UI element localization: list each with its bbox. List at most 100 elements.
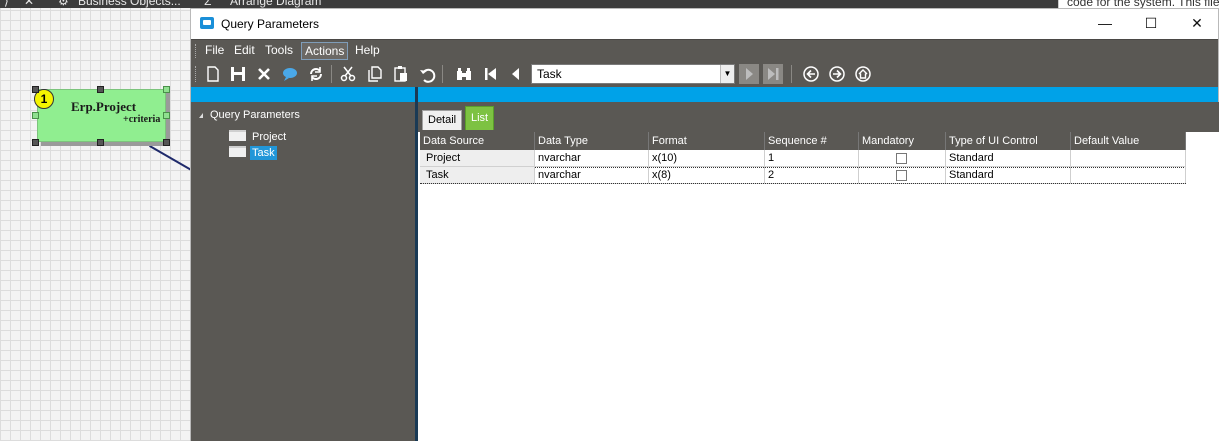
cut-icon[interactable] (338, 64, 358, 84)
background-info-text: code for the system. This file g (1067, 0, 1219, 8)
toolbar-separator (442, 65, 443, 83)
resize-handle[interactable] (163, 112, 170, 119)
resize-handle[interactable] (163, 86, 170, 93)
designer-tab-bar: ⟩ ✕ ⚙ Business Objects... Σ Arrange Diag… (0, 0, 1219, 8)
cell-mandatory (859, 150, 946, 166)
save-icon[interactable] (228, 64, 248, 84)
cell-ui-control[interactable]: Standard (946, 150, 1071, 166)
chevron-down-icon[interactable]: ▼ (720, 65, 734, 83)
next-record-icon[interactable] (739, 64, 759, 84)
tree-item-project[interactable]: Project (229, 130, 288, 145)
tree-item-task[interactable]: Task (229, 146, 277, 161)
app-icon (200, 17, 214, 29)
last-record-icon[interactable] (763, 64, 783, 84)
delete-icon[interactable] (254, 64, 274, 84)
resize-handle[interactable] (32, 86, 39, 93)
back-icon[interactable] (801, 64, 821, 84)
tree-item-label: Task (250, 146, 277, 160)
expand-triangle-icon[interactable] (199, 113, 203, 118)
column-header[interactable]: Data Source (420, 132, 535, 150)
resize-handle[interactable] (32, 112, 39, 119)
toolbar-grip-icon (195, 66, 198, 82)
folder-icon (229, 146, 246, 157)
toolbar-separator (791, 65, 792, 83)
grid-header-row: Data Source Data Type Format Sequence # … (420, 132, 1186, 150)
record-selector-combo[interactable]: Task ▼ (531, 64, 735, 84)
column-header[interactable]: Data Type (535, 132, 649, 150)
paste-icon[interactable] (391, 64, 411, 84)
resize-handle[interactable] (163, 139, 170, 146)
cell-sequence[interactable]: 1 (765, 150, 859, 166)
diagram-connector-line (149, 145, 192, 171)
column-header[interactable]: Type of UI Control (946, 132, 1071, 150)
search-icon[interactable] (454, 64, 474, 84)
record-selector-value: Task (537, 67, 562, 81)
comment-icon[interactable] (280, 64, 300, 84)
designer-close-icon[interactable]: ✕ (24, 0, 34, 8)
designer-tab-sigma-icon: Σ (204, 0, 212, 8)
column-header[interactable]: Sequence # (765, 132, 859, 150)
toolbar-separator (331, 65, 332, 83)
cell-mandatory (859, 167, 946, 183)
mandatory-checkbox[interactable] (896, 153, 907, 164)
table-row[interactable]: Task nvarchar x(8) 2 Standard (420, 167, 1186, 184)
column-header[interactable]: Mandatory (859, 132, 946, 150)
accent-bar (191, 87, 1218, 102)
designer-tab-arrow-icon[interactable]: ⟩ (4, 0, 9, 8)
toolbar: Task ▼ (191, 61, 1218, 87)
menu-tools[interactable]: Tools (262, 42, 296, 60)
window-title: Query Parameters (221, 17, 320, 31)
cell-sequence[interactable]: 2 (765, 167, 859, 183)
designer-tab-business-objects[interactable]: Business Objects... (78, 0, 181, 8)
tree-pane: Query Parameters Project Task (191, 102, 415, 441)
first-record-icon[interactable] (481, 64, 501, 84)
entity-attribute: +criteria (123, 114, 161, 125)
undo-icon[interactable] (417, 64, 437, 84)
cell-default-value[interactable] (1071, 167, 1186, 183)
cell-data-source[interactable]: Task (420, 167, 535, 183)
copy-icon[interactable] (365, 64, 385, 84)
menu-edit[interactable]: Edit (231, 42, 258, 60)
minimize-button[interactable]: — (1082, 9, 1128, 39)
entity-name: Erp.Project (71, 99, 137, 114)
column-header[interactable]: Format (649, 132, 765, 150)
designer-tab-objects-icon: ⚙ (58, 0, 69, 8)
folder-icon (229, 130, 246, 141)
menu-grip-icon (195, 44, 198, 58)
resize-handle[interactable] (32, 139, 39, 146)
tree-root[interactable]: Query Parameters (199, 109, 300, 121)
cell-data-type[interactable]: nvarchar (535, 167, 649, 183)
tab-detail[interactable]: Detail (422, 110, 463, 130)
maximize-button[interactable]: ☐ (1128, 9, 1174, 39)
diagram-entity-erp-project[interactable]: Erp.Project +criteria (37, 89, 166, 142)
menu-bar: File Edit Tools Actions Help (191, 39, 1218, 61)
designer-tab-arrange-diagram[interactable]: Arrange Diagram (230, 0, 321, 8)
resize-handle[interactable] (97, 86, 104, 93)
tree-root-label: Query Parameters (210, 109, 300, 121)
parameters-grid: Data Source Data Type Format Sequence # … (420, 132, 1186, 184)
cell-default-value[interactable] (1071, 150, 1186, 166)
refresh-icon[interactable] (306, 64, 326, 84)
column-header[interactable]: Default Value (1071, 132, 1186, 150)
table-row[interactable]: Project nvarchar x(10) 1 Standard (420, 150, 1186, 167)
resize-handle[interactable] (97, 139, 104, 146)
cell-data-type[interactable]: nvarchar (535, 150, 649, 166)
cell-ui-control[interactable]: Standard (946, 167, 1071, 183)
title-bar[interactable]: Query Parameters — ☐ ✕ (191, 9, 1218, 39)
tab-strip: Detail List (418, 102, 1219, 132)
new-icon[interactable] (203, 64, 223, 84)
cell-data-source[interactable]: Project (420, 150, 535, 166)
menu-help[interactable]: Help (352, 42, 383, 60)
query-parameters-window: Query Parameters — ☐ ✕ File Edit Tools A… (190, 8, 1219, 441)
close-button[interactable]: ✕ (1174, 9, 1219, 39)
forward-icon[interactable] (827, 64, 847, 84)
previous-record-icon[interactable] (506, 64, 526, 84)
mandatory-checkbox[interactable] (896, 170, 907, 181)
home-icon[interactable] (853, 64, 873, 84)
cell-format[interactable]: x(10) (649, 150, 765, 166)
menu-file[interactable]: File (202, 42, 227, 60)
content-pane: Detail List Data Source Data Type Format… (418, 102, 1219, 441)
menu-actions[interactable]: Actions (301, 42, 349, 60)
tab-list[interactable]: List (465, 106, 495, 130)
cell-format[interactable]: x(8) (649, 167, 765, 183)
